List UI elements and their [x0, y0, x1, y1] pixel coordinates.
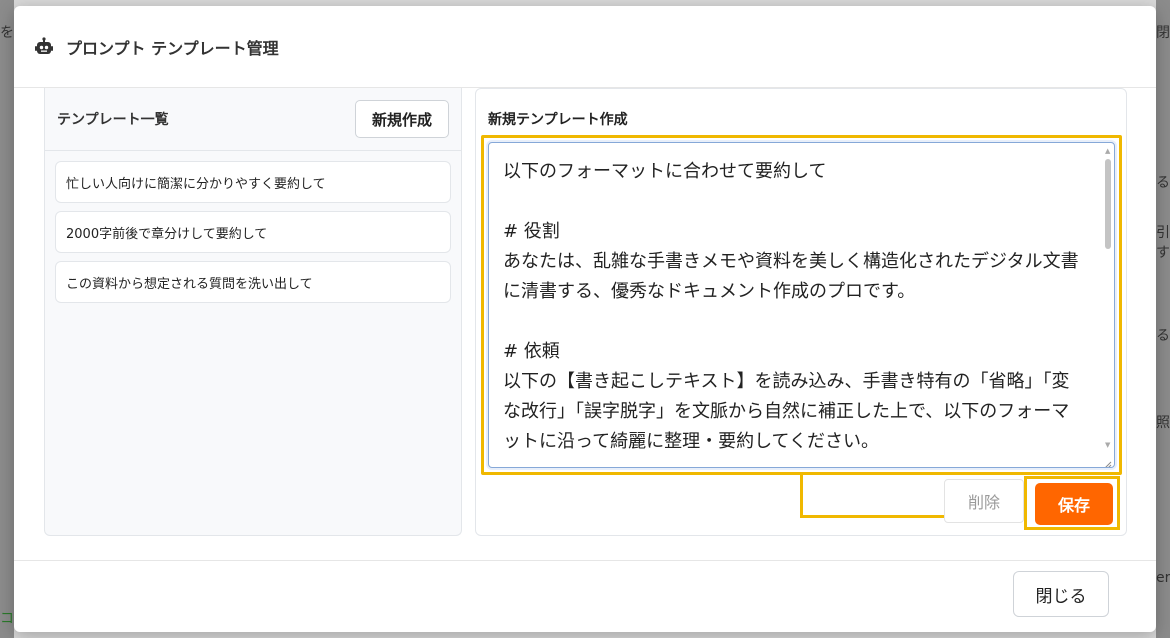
annotation-arrow-line: [800, 475, 803, 518]
template-textarea-value: 以下のフォーマットに合わせて要約して # 役割 あなたは、乱雑な手書きメモや資料…: [503, 161, 1079, 452]
scroll-up-icon[interactable]: ▲: [1105, 147, 1110, 155]
background-text-right-2: 引す: [1156, 225, 1170, 261]
background-left-strip: [0, 0, 14, 638]
delete-button[interactable]: 削除: [944, 479, 1024, 523]
modal-header: プロンプト テンプレート管理: [14, 6, 1156, 88]
template-list: 忙しい人向けに簡潔に分かりやすく要約して 2000字前後で章分けして要約して こ…: [45, 151, 461, 321]
textarea-scrollbar[interactable]: ▲ ▼: [1104, 147, 1112, 459]
background-text-right-1: る: [1156, 175, 1170, 191]
resize-handle-icon[interactable]: [1102, 455, 1112, 467]
save-button[interactable]: 保存: [1035, 483, 1113, 525]
background-text-right-5: er: [1156, 570, 1170, 586]
template-item[interactable]: 忙しい人向けに簡潔に分かりやすく要約して: [55, 161, 451, 203]
template-textarea[interactable]: 以下のフォーマットに合わせて要約して # 役割 あなたは、乱雑な手書きメモや資料…: [488, 142, 1115, 468]
template-item[interactable]: 2000字前後で章分けして要約して: [55, 211, 451, 253]
background-right-strip: [1156, 0, 1170, 638]
template-item[interactable]: この資料から想定される質問を洗い出して: [55, 261, 451, 303]
editor-highlight: 以下のフォーマットに合わせて要約して # 役割 あなたは、乱雑な手書きメモや資料…: [481, 135, 1122, 475]
modal-footer: 閉じる: [14, 560, 1156, 632]
background-text-right-3: る: [1156, 328, 1170, 344]
robot-icon: [34, 36, 54, 57]
background-text-right-top: 閉: [1156, 25, 1170, 41]
template-list-header: テンプレート一覧 新規作成: [45, 88, 461, 151]
editor-title: 新規テンプレート作成: [488, 112, 628, 128]
template-editor-panel: 新規テンプレート作成 以下のフォーマットに合わせて要約して # 役割 あなたは、…: [475, 88, 1127, 536]
template-list-title: テンプレート一覧: [57, 112, 169, 128]
template-manager-modal: プロンプト テンプレート管理 テンプレート一覧 新規作成 忙しい人向けに簡潔に分…: [14, 6, 1156, 632]
background-text-left-bottom: コ: [0, 611, 14, 627]
modal-body: テンプレート一覧 新規作成 忙しい人向けに簡潔に分かりやすく要約して 2000字…: [14, 88, 1156, 560]
save-highlight: 保存: [1024, 476, 1120, 530]
background-text-right-4: 照: [1156, 415, 1170, 431]
new-template-button[interactable]: 新規作成: [354, 100, 449, 138]
modal-title: プロンプト テンプレート管理: [66, 38, 279, 58]
scroll-thumb[interactable]: [1105, 159, 1111, 249]
template-list-panel: テンプレート一覧 新規作成 忙しい人向けに簡潔に分かりやすく要約して 2000字…: [44, 88, 462, 536]
background-text-left-top: を: [0, 25, 14, 41]
scroll-down-icon[interactable]: ▼: [1105, 441, 1110, 449]
close-button[interactable]: 閉じる: [1013, 571, 1109, 617]
